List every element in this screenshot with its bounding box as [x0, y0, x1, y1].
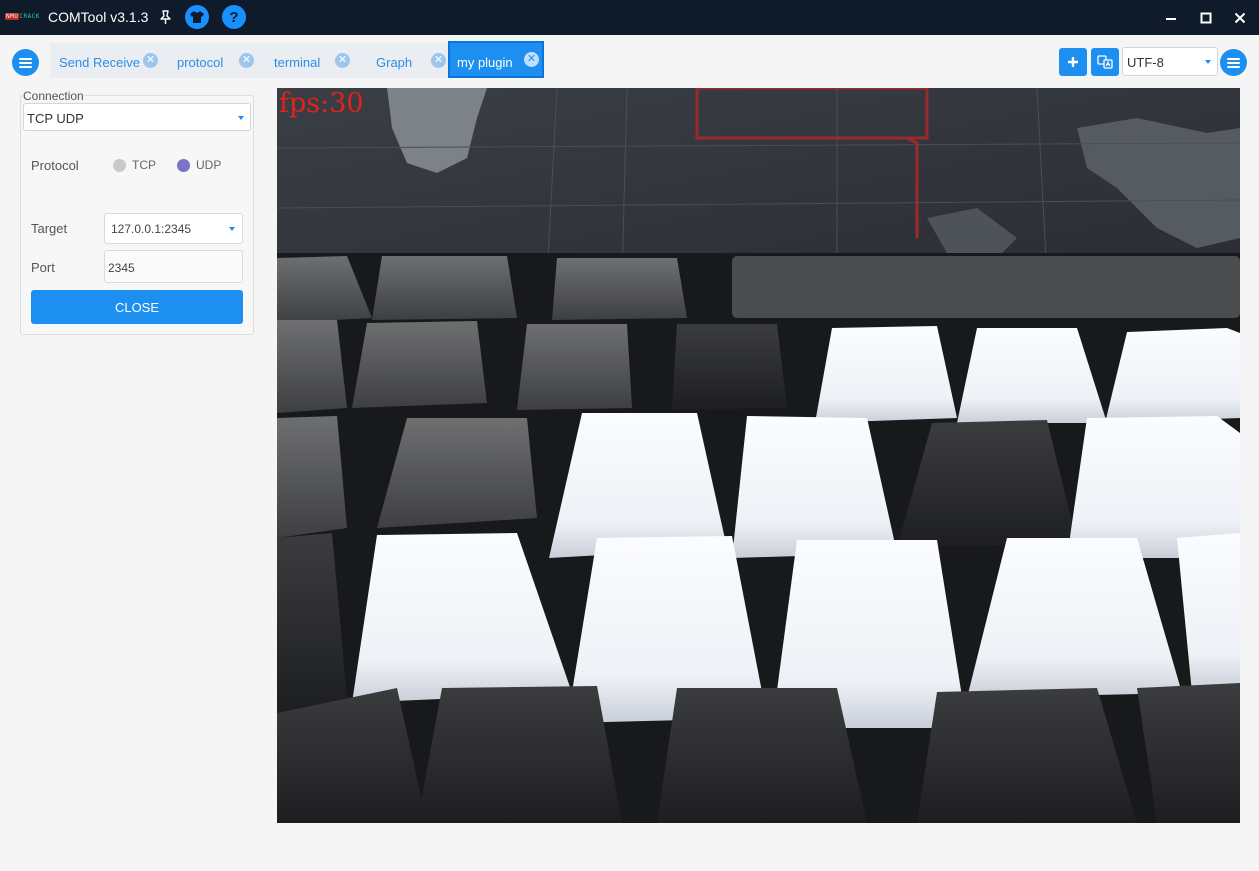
tab-protocol[interactable]: protocol ✕: [166, 43, 262, 78]
settings-menu-button[interactable]: [1220, 49, 1247, 76]
menu-icon: [19, 57, 32, 68]
tcp-radio[interactable]: [113, 159, 126, 172]
title-bar: NMUCRACK COMTool v3.1.3 ?: [0, 0, 1259, 35]
skin-icon[interactable]: [185, 5, 209, 29]
udp-radio[interactable]: [177, 159, 190, 172]
tab-send-receive[interactable]: Send Receive ✕: [50, 43, 166, 78]
tab-close-icon[interactable]: ✕: [239, 53, 254, 68]
window-title: COMTool v3.1.3: [48, 9, 149, 25]
target-label: Target: [31, 221, 68, 236]
tab-close-icon[interactable]: ✕: [524, 52, 539, 67]
menu-icon: [1227, 57, 1240, 68]
connection-title: Connection: [22, 89, 85, 103]
tab-close-icon[interactable]: ✕: [431, 53, 446, 68]
app-logo: NMUCRACK: [5, 13, 40, 20]
camera-frame: [277, 88, 1240, 823]
tab-terminal[interactable]: terminal ✕: [262, 43, 358, 78]
tab-graph[interactable]: Graph ✕: [358, 43, 448, 78]
port-input[interactable]: 2345: [104, 250, 243, 283]
camera-view: fps:30: [277, 88, 1240, 823]
chevron-down-icon: [229, 227, 235, 231]
pin-icon[interactable]: [157, 9, 174, 26]
minimize-icon[interactable]: [1161, 8, 1181, 28]
connection-type-select[interactable]: TCP UDP: [23, 103, 251, 131]
add-button[interactable]: [1059, 48, 1087, 76]
encoding-select[interactable]: UTF-8: [1122, 47, 1218, 76]
main-menu-button[interactable]: [12, 49, 39, 76]
tab-close-icon[interactable]: ✕: [335, 53, 350, 68]
fps-overlay: fps:30: [279, 88, 364, 119]
target-select[interactable]: 127.0.0.1:2345: [104, 213, 243, 244]
help-icon[interactable]: ?: [222, 5, 246, 29]
port-label: Port: [31, 260, 55, 275]
tab-close-icon[interactable]: ✕: [143, 53, 158, 68]
tcp-radio-label: TCP: [132, 158, 156, 172]
close-connection-button[interactable]: CLOSE: [31, 290, 243, 324]
protocol-label: Protocol: [31, 158, 79, 173]
plus-icon: [1068, 57, 1078, 67]
maximize-icon[interactable]: [1196, 8, 1216, 28]
tab-my-plugin[interactable]: my plugin ✕: [448, 41, 544, 78]
close-window-icon[interactable]: [1230, 8, 1250, 28]
translate-icon: [1097, 55, 1113, 69]
udp-radio-label: UDP: [196, 158, 222, 172]
chevron-down-icon: [238, 116, 244, 120]
translate-button[interactable]: [1091, 48, 1119, 76]
chevron-down-icon: [1205, 60, 1211, 64]
